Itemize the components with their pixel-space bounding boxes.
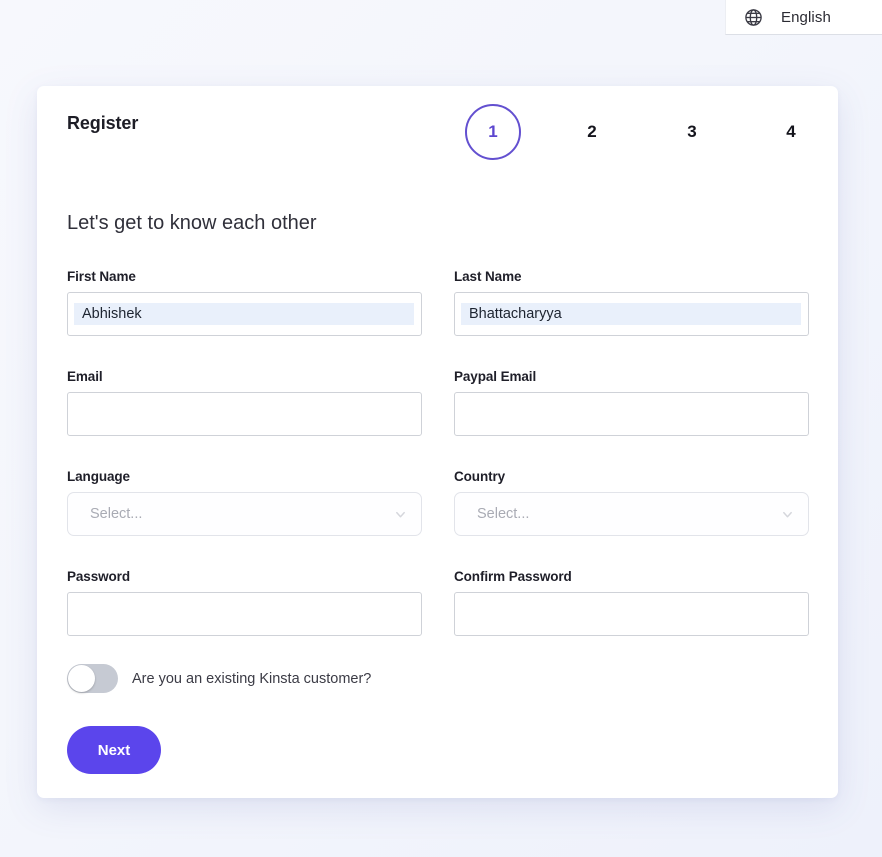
email-field: Email	[67, 369, 422, 436]
registration-form: First Name Abhishek Last Name Bhattachar…	[67, 269, 809, 669]
password-input[interactable]	[67, 592, 422, 636]
country-label: Country	[454, 469, 506, 484]
step-4[interactable]: 4	[763, 104, 819, 160]
step-1[interactable]: 1	[465, 104, 521, 160]
paypal-email-label: Paypal Email	[454, 369, 537, 384]
password-label: Password	[67, 569, 130, 584]
email-label: Email	[67, 369, 103, 384]
form-row-emails: Email Paypal Email	[67, 369, 809, 436]
form-row-names: First Name Abhishek Last Name Bhattachar…	[67, 269, 809, 336]
language-select-value: Select...	[90, 506, 143, 522]
language-label: English	[781, 8, 831, 26]
first-name-value: Abhishek	[74, 303, 414, 325]
last-name-value: Bhattacharyya	[461, 303, 801, 325]
language-selector[interactable]: English	[725, 0, 882, 35]
existing-customer-label: Are you an existing Kinsta customer?	[132, 670, 372, 687]
existing-customer-toggle[interactable]	[67, 664, 118, 693]
last-name-input[interactable]: Bhattacharyya	[454, 292, 809, 336]
country-select[interactable]: Select...	[454, 492, 809, 536]
register-card: Register 1 2 3 4 Let's get to know each …	[37, 86, 838, 798]
language-field: Language Select...	[67, 469, 422, 536]
first-name-input[interactable]: Abhishek	[67, 292, 422, 336]
section-heading: Let's get to know each other	[67, 212, 317, 234]
next-button[interactable]: Next	[67, 726, 161, 774]
confirm-password-input[interactable]	[454, 592, 809, 636]
card-header: Register 1 2 3 4	[37, 86, 838, 194]
step-indicator: 1 2 3 4	[447, 104, 807, 164]
country-field: Country Select...	[454, 469, 809, 536]
chevron-down-icon	[394, 508, 407, 521]
confirm-password-label: Confirm Password	[454, 569, 572, 584]
globe-icon	[744, 8, 763, 27]
last-name-field: Last Name Bhattacharyya	[454, 269, 809, 336]
language-select[interactable]: Select...	[67, 492, 422, 536]
toggle-knob	[68, 665, 95, 692]
first-name-field: First Name Abhishek	[67, 269, 422, 336]
paypal-email-field: Paypal Email	[454, 369, 809, 436]
password-field: Password	[67, 569, 422, 636]
step-2[interactable]: 2	[564, 104, 620, 160]
existing-customer-row: Are you an existing Kinsta customer?	[67, 664, 371, 693]
first-name-label: First Name	[67, 269, 136, 284]
step-3[interactable]: 3	[664, 104, 720, 160]
confirm-password-field: Confirm Password	[454, 569, 809, 636]
country-select-value: Select...	[477, 506, 530, 522]
page-title: Register	[67, 113, 139, 133]
form-row-locale: Language Select... Country Select...	[67, 469, 809, 536]
language-label-form: Language	[67, 469, 130, 484]
paypal-email-input[interactable]	[454, 392, 809, 436]
last-name-label: Last Name	[454, 269, 522, 284]
form-row-passwords: Password Confirm Password	[67, 569, 809, 636]
email-input[interactable]	[67, 392, 422, 436]
chevron-down-icon	[781, 508, 794, 521]
